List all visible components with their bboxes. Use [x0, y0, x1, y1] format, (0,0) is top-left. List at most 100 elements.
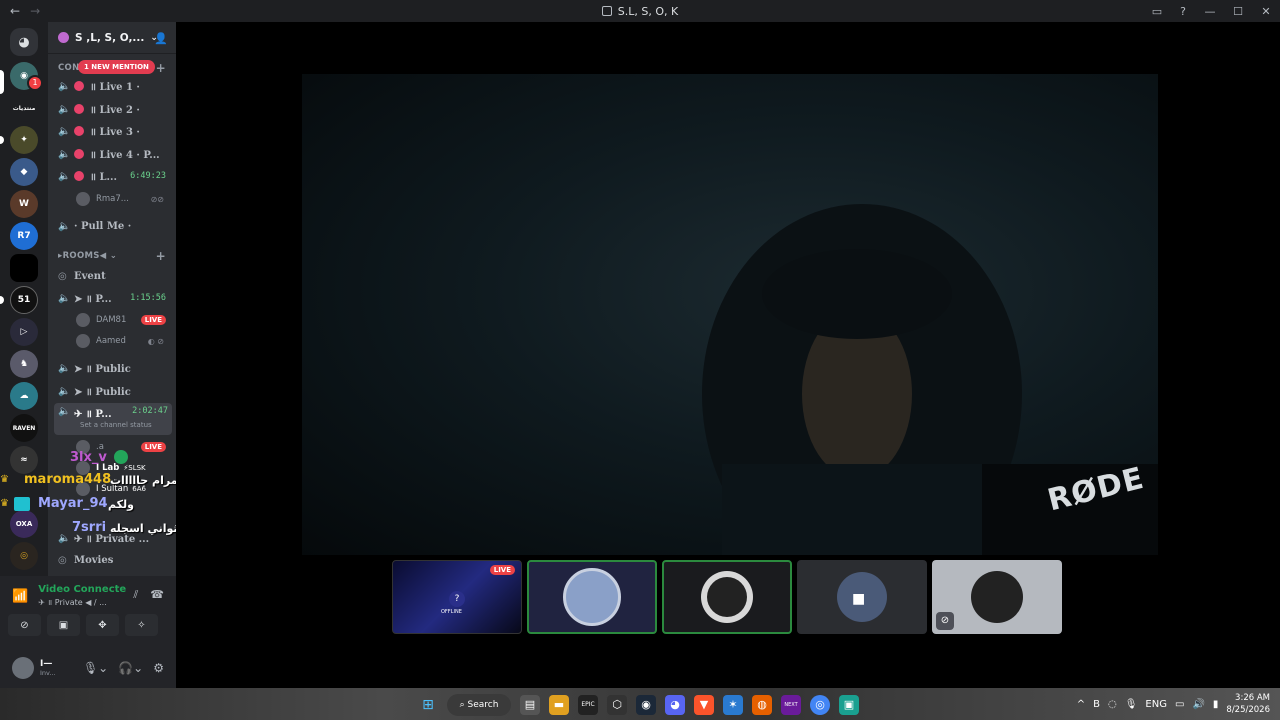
- voice-status[interactable]: Video Connecte: [38, 584, 126, 595]
- language-indicator[interactable]: ENG: [1145, 699, 1167, 710]
- server-icon-14[interactable]: OXA: [10, 510, 38, 538]
- server-icon-4[interactable]: ◆: [10, 158, 38, 186]
- voice-channel[interactable]: 🔈 ✈ ॥ Private ...: [48, 528, 176, 548]
- voice-user[interactable]: Aamed ◐ ⊘: [76, 332, 176, 350]
- voice-channel[interactable]: 🔈 ॥ Live 4 · P...: [48, 144, 176, 164]
- server-icon-11[interactable]: ☁: [10, 382, 38, 410]
- server-icon-5[interactable]: W: [10, 190, 38, 218]
- app-icon[interactable]: ⬡: [607, 695, 627, 715]
- webcam-frame: [702, 204, 1158, 555]
- bluetooth-icon[interactable]: B: [1093, 699, 1100, 710]
- voice-channel[interactable]: 🔈 ➤ ॥ P... 1:15:56: [48, 288, 176, 308]
- add-channel-icon[interactable]: +: [156, 249, 166, 263]
- voice-channel[interactable]: 🔈 ॥ L... 6:49:23: [48, 166, 176, 186]
- chrome-icon[interactable]: ◎: [810, 695, 830, 715]
- minimize-button[interactable]: —: [1196, 5, 1224, 18]
- stage-channel[interactable]: ◎ Movies: [48, 550, 176, 570]
- voice-user[interactable]: I Sultan 6A6: [76, 480, 176, 498]
- firefox-icon[interactable]: ◍: [752, 695, 772, 715]
- camera-off-button[interactable]: ⊘: [8, 614, 41, 636]
- voice-channel-name[interactable]: ✈ ॥ Private ◀ / ...: [38, 597, 126, 608]
- offline-icon: ?: [449, 591, 465, 607]
- soundboard-button[interactable]: ✧: [125, 614, 158, 636]
- server-icon-8[interactable]: 51: [10, 286, 38, 314]
- new-mention-pill[interactable]: 1 NEW MENTION: [78, 60, 155, 74]
- next-app-icon[interactable]: NEXT: [781, 695, 801, 715]
- speaker-icon: 🔈: [58, 125, 71, 137]
- settings-gear-icon[interactable]: ⚙: [153, 661, 164, 675]
- muted-icon: ⊘⊘: [150, 194, 164, 204]
- invite-people-icon[interactable]: 👤: [154, 32, 168, 45]
- activities-button[interactable]: ✥: [86, 614, 119, 636]
- participant-tile[interactable]: [662, 560, 792, 634]
- chevron-up-icon[interactable]: ^: [1077, 699, 1085, 710]
- server-icon-15[interactable]: ◎: [10, 542, 38, 570]
- taskbar-search[interactable]: ⌕ Search: [447, 694, 511, 716]
- server-icon-7[interactable]: [10, 254, 38, 282]
- voice-channel[interactable]: 🔈 ➤ ॥ Public: [48, 381, 176, 401]
- discord-icon[interactable]: ◕: [665, 695, 685, 715]
- app-icon[interactable]: ✶: [723, 695, 743, 715]
- server-icon-12[interactable]: RAVEN: [10, 414, 38, 442]
- battery-icon[interactable]: ▮: [1213, 699, 1219, 710]
- windows-start-icon[interactable]: ⊞: [418, 695, 438, 715]
- voice-user[interactable]: Rma7... ⊘⊘: [76, 190, 176, 208]
- server-icon-6[interactable]: R7: [10, 222, 38, 250]
- participant-tile[interactable]: LIVE ? OFFLINE: [392, 560, 522, 634]
- network-icon[interactable]: ▭: [1175, 699, 1184, 710]
- help-icon[interactable]: ?: [1170, 5, 1196, 18]
- voice-user[interactable]: DAM81 LIVE: [76, 311, 176, 329]
- add-channel-icon[interactable]: +: [156, 61, 166, 75]
- camera-off-icon: ⊘: [936, 612, 954, 630]
- voice-user[interactable]: .a LIVE: [76, 438, 176, 456]
- volume-icon[interactable]: 🔊: [1192, 699, 1204, 710]
- screen-share-button[interactable]: ▣: [47, 614, 80, 636]
- avatar: [76, 440, 90, 454]
- server-header[interactable]: S ,L, S, O,... ⌄ 👤: [48, 22, 176, 54]
- inbox-icon[interactable]: ▭: [1144, 5, 1170, 18]
- microphone-icon[interactable]: 🎙: [1125, 699, 1138, 710]
- voice-channel[interactable]: 🔈 ॥ Live 2 ·: [48, 99, 176, 119]
- server-icon-9[interactable]: ▷: [10, 318, 38, 346]
- voice-channel[interactable]: 🔈 ➤ ॥ Public: [48, 358, 176, 378]
- forward-arrow-icon[interactable]: →: [30, 4, 40, 18]
- server-icon-3[interactable]: ✦: [10, 126, 38, 154]
- voice-channel-active[interactable]: 🔈 ✈ ॥ P... 2:02:47 Set a channel status: [54, 403, 172, 435]
- noise-suppression-icon[interactable]: ⫽: [133, 588, 138, 602]
- category-rooms[interactable]: ▸ ROOMS ◀ ⌄ +: [48, 246, 176, 266]
- participant-tile[interactable]: ⊘: [932, 560, 1062, 634]
- steam-icon[interactable]: ◉: [636, 695, 656, 715]
- task-view-icon[interactable]: ▤: [520, 695, 540, 715]
- muted-icon: ◐ ⊘: [147, 336, 164, 346]
- disconnect-icon[interactable]: ☎: [150, 588, 164, 602]
- stage-channel[interactable]: ◎ Event: [48, 266, 176, 286]
- file-explorer-icon[interactable]: ▬: [549, 695, 569, 715]
- clock[interactable]: 3:26 AM 8/25/2026: [1226, 692, 1270, 716]
- microphone-icon[interactable]: 🎙⌄: [83, 661, 108, 675]
- server-icon-13[interactable]: ≈: [10, 446, 38, 474]
- voice-panel: 📶 Video Connecte ✈ ॥ Private ◀ / ... ⫽ ☎…: [0, 576, 176, 688]
- discord-home-icon[interactable]: ◕: [10, 28, 38, 56]
- app-tray-icon[interactable]: ◌: [1108, 699, 1117, 710]
- back-arrow-icon[interactable]: ←: [10, 4, 20, 18]
- participant-tile[interactable]: [527, 560, 657, 634]
- user-status: Inv...: [40, 669, 56, 677]
- voice-user[interactable]: I Lab ⚡SLSK: [76, 459, 176, 477]
- maximize-button[interactable]: ☐: [1224, 5, 1252, 18]
- avatar: [76, 334, 90, 348]
- brave-icon[interactable]: ▼: [694, 695, 714, 715]
- signal-icon[interactable]: 📶: [12, 589, 28, 608]
- voice-channel[interactable]: 🔈 ॥ Live 1 ·: [48, 76, 176, 96]
- epic-games-icon[interactable]: EPIC: [578, 695, 598, 715]
- close-button[interactable]: ✕: [1252, 5, 1280, 18]
- webcam-video[interactable]: RØDE: [302, 74, 1158, 555]
- avatar[interactable]: [12, 657, 34, 679]
- headphones-icon[interactable]: 🎧⌄: [118, 661, 143, 675]
- voice-channel[interactable]: 🔈 · Pull Me ·: [48, 216, 176, 236]
- channel-status[interactable]: Set a channel status: [80, 421, 152, 429]
- app-icon[interactable]: ▣: [839, 695, 859, 715]
- server-icon-2[interactable]: منتديات: [10, 94, 38, 122]
- server-icon-10[interactable]: ♞: [10, 350, 38, 378]
- voice-channel[interactable]: 🔈 ॥ Live 3 ·: [48, 121, 176, 141]
- participant-tile[interactable]: ■: [797, 560, 927, 634]
